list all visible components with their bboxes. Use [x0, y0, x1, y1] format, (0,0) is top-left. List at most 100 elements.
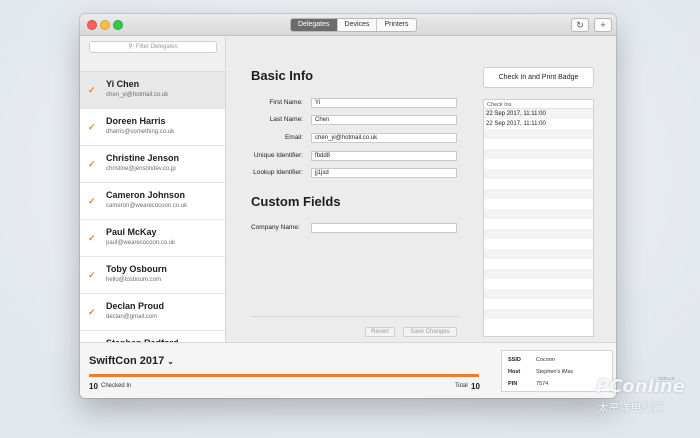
delegate-email: dharris@something.co.uk: [106, 129, 175, 135]
host-value: Stephen's iMac: [536, 369, 574, 375]
delegate-row[interactable]: ✓ Yi Chen chen_yi@hotmail.co.uk: [80, 72, 225, 109]
unique-identifier-label: Unique Identifier:: [253, 152, 303, 159]
check-in-row: [484, 139, 593, 149]
tab-segmented-control: Delegates Devices Printers: [290, 18, 417, 32]
delegate-row[interactable]: ✓ Cameron Johnson cameron@wearecocoon.co.u…: [80, 183, 225, 220]
delegate-name: Declan Proud: [106, 301, 165, 311]
delegate-email: cameron@wearecocoon.co.uk: [106, 203, 188, 209]
delegate-row[interactable]: ✓ Paul McKay paul@wearecocoon.co.uk: [80, 220, 225, 257]
chevron-down-icon: ⌄: [167, 357, 174, 366]
tab-devices[interactable]: Devices: [338, 19, 378, 31]
refresh-icon[interactable]: ↻: [571, 18, 589, 32]
check-in-row: [484, 199, 593, 209]
check-in-row: [484, 309, 593, 319]
delegate-name: Yi Chen: [106, 79, 140, 89]
minimize-button[interactable]: [100, 20, 110, 30]
check-in-row: [484, 159, 593, 169]
checked-in-count: 10: [89, 382, 98, 391]
check-in-row: [484, 319, 593, 329]
ssid-value: Cocoon: [536, 357, 555, 363]
lookup-identifier-label: Lookup Identifier:: [253, 169, 303, 176]
last-name-field[interactable]: Chen: [311, 115, 457, 125]
check-in-row: [484, 179, 593, 189]
check-in-row: [484, 239, 593, 249]
lookup-identifier-field[interactable]: jj1jsd: [311, 168, 457, 178]
delegate-list: ✓ Yi Chen chen_yi@hotmail.co.uk ✓ Doreen Har…: [80, 72, 225, 368]
app-window: Delegates Devices Printers ↻ + ⚲ Filter D…: [80, 14, 616, 398]
delegate-name: Paul McKay: [106, 227, 157, 237]
watermark-tagline: 太平洋电脑网: [598, 403, 664, 414]
host-label: Host: [508, 369, 521, 375]
filter-input[interactable]: ⚲ Filter Delegates: [89, 41, 217, 53]
detail-pane: Basic Info First Name: Yi Last Name: Che…: [227, 36, 616, 342]
plus-icon[interactable]: +: [594, 18, 612, 32]
ssid-label: SSID: [508, 357, 521, 363]
total-label: Total: [455, 383, 468, 389]
check-ins-rows: 22 Sep 2017, 11:11:00 22 Sep 2017, 11:11:…: [484, 109, 593, 329]
company-name-field[interactable]: [311, 223, 457, 233]
delegate-row[interactable]: ✓ Doreen Harris dharris@something.co.uk: [80, 109, 225, 146]
check-in-row: [484, 249, 593, 259]
total-count: 10: [471, 382, 480, 391]
event-name: SwiftCon 2017: [89, 355, 165, 367]
filter-bar: ⚲ Filter Delegates: [80, 36, 225, 72]
save-changes-button[interactable]: Save Changes: [403, 327, 457, 337]
checkmark-icon: ✓: [88, 233, 96, 243]
check-in-row: [484, 259, 593, 269]
event-selector[interactable]: SwiftCon 2017 ⌄: [89, 355, 174, 367]
pin-value: 7574: [536, 381, 549, 387]
check-in-row: [484, 169, 593, 179]
delegate-sidebar: ⚲ Filter Delegates ✓ Yi Chen chen_yi@hotmai…: [80, 36, 226, 368]
close-button[interactable]: [87, 20, 97, 30]
delegate-email: paul@wearecocoon.co.uk: [106, 240, 176, 246]
check-ins-header: Check Ins: [484, 100, 593, 109]
check-in-row: [484, 269, 593, 279]
checkmark-icon: ✓: [88, 85, 96, 95]
first-name-label: First Name:: [269, 99, 303, 106]
check-ins-table: Check Ins 22 Sep 2017, 11:11:00 22 Sep 20…: [483, 99, 594, 337]
delegate-email: chen_yi@hotmail.co.uk: [106, 92, 169, 98]
checkmark-icon: ✓: [88, 270, 96, 280]
title-bar: Delegates Devices Printers ↻ +: [80, 14, 616, 36]
check-in-row: [484, 299, 593, 309]
check-in-row: 22 Sep 2017, 11:11:00: [486, 121, 546, 127]
basic-info-title: Basic Info: [251, 68, 314, 83]
pin-label: PIN: [508, 381, 518, 387]
tab-printers[interactable]: Printers: [377, 19, 415, 31]
delegate-row[interactable]: ✓ Christine Jenson christine@jensondev.co.…: [80, 146, 225, 183]
check-in-row: [484, 189, 593, 199]
last-name-label: Last Name:: [269, 116, 303, 123]
check-in-print-badge-button[interactable]: Check In and Print Badge: [483, 67, 594, 88]
status-footer: SwiftCon 2017 ⌄ 10 Checked In Total 10 SS…: [80, 342, 616, 398]
company-name-label: Company Name:: [251, 224, 300, 231]
check-in-row: [484, 129, 593, 139]
delegate-row[interactable]: ✓ Toby Osbourn hello@tosbourn.com: [80, 257, 225, 294]
checkin-progress-bar: [89, 374, 479, 377]
check-in-row: [484, 279, 593, 289]
revert-button[interactable]: Revert: [365, 327, 395, 337]
custom-fields-title: Custom Fields: [251, 194, 341, 209]
check-in-row: [484, 229, 593, 239]
check-in-row: [484, 209, 593, 219]
unique-identifier-field[interactable]: fbdd8: [311, 151, 457, 161]
checkmark-icon: ✓: [88, 122, 96, 132]
zoom-button[interactable]: [113, 20, 123, 30]
check-in-row: [484, 289, 593, 299]
delegate-name: Doreen Harris: [106, 116, 166, 126]
email-field[interactable]: chen_yi@hotmail.co.uk: [311, 133, 457, 143]
delegate-email: hello@tosbourn.com: [106, 277, 162, 283]
delegate-name: Cameron Johnson: [106, 190, 186, 200]
form-divider: [251, 316, 458, 317]
search-icon: ⚲: [128, 44, 133, 50]
checkmark-icon: ✓: [88, 307, 96, 317]
filter-placeholder: Filter Delegates: [135, 44, 178, 50]
check-in-row: 22 Sep 2017, 11:11:00: [484, 109, 593, 119]
first-name-field[interactable]: Yi: [311, 98, 457, 108]
checkmark-icon: ✓: [88, 196, 96, 206]
delegate-row[interactable]: ✓ Declan Proud declan@gmail.com: [80, 294, 225, 331]
progress-fill: [89, 374, 479, 377]
delegate-email: christine@jensondev.co.jp: [106, 166, 176, 172]
tab-delegates[interactable]: Delegates: [291, 19, 338, 31]
checked-in-label: Checked In: [101, 383, 132, 389]
checkmark-icon: ✓: [88, 159, 96, 169]
